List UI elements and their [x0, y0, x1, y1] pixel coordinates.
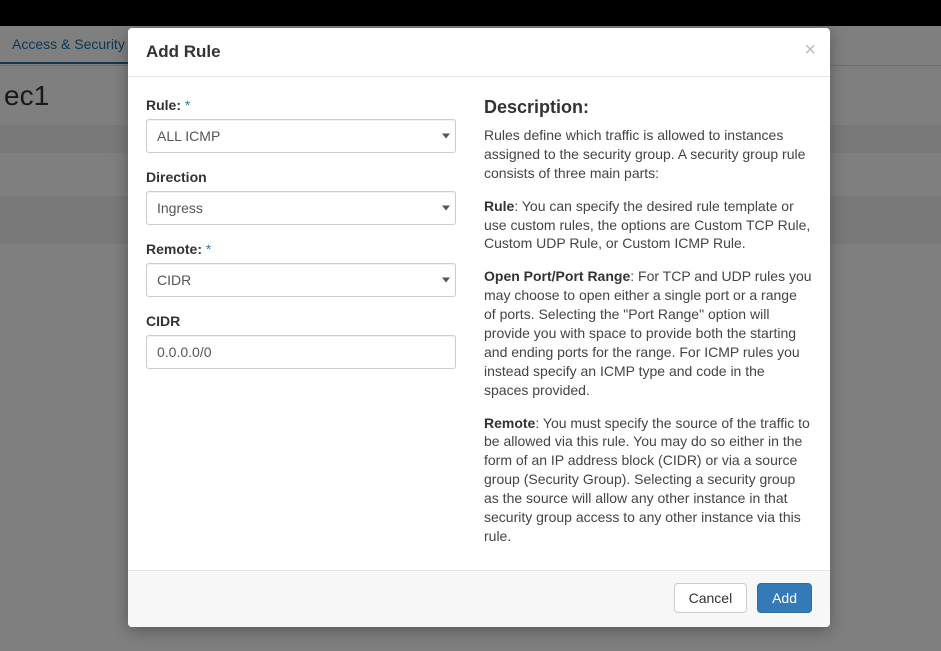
modal-body: Rule: * ALL ICMP Direction Ingress	[128, 77, 830, 570]
desc-port-label: Open Port/Port Range	[484, 268, 630, 284]
modal-header: Add Rule ×	[128, 28, 830, 77]
required-mark: *	[185, 97, 190, 113]
form-column: Rule: * ALL ICMP Direction Ingress	[146, 97, 456, 560]
cidr-label: CIDR	[146, 313, 456, 329]
cidr-input[interactable]	[146, 335, 456, 369]
description-heading: Description:	[484, 97, 812, 118]
description-rule: Rule: You can specify the desired rule t…	[484, 197, 812, 254]
description-intro: Rules define which traffic is allowed to…	[484, 126, 812, 183]
field-rule: Rule: * ALL ICMP	[146, 97, 456, 153]
close-icon[interactable]: ×	[804, 40, 816, 60]
cancel-button[interactable]: Cancel	[674, 583, 748, 613]
remote-select[interactable]: CIDR	[146, 263, 456, 297]
modal-footer: Cancel Add	[128, 570, 830, 627]
field-cidr: CIDR	[146, 313, 456, 369]
description-port: Open Port/Port Range: For TCP and UDP ru…	[484, 267, 812, 399]
desc-rule-label: Rule	[484, 198, 514, 214]
direction-label: Direction	[146, 169, 456, 185]
remote-label: Remote: *	[146, 241, 456, 257]
modal-title: Add Rule	[146, 42, 812, 62]
required-mark: *	[206, 241, 211, 257]
remote-label-text: Remote:	[146, 241, 202, 257]
desc-rule-text: : You can specify the desired rule templ…	[484, 198, 810, 252]
add-button[interactable]: Add	[757, 583, 812, 613]
direction-select[interactable]: Ingress	[146, 191, 456, 225]
add-rule-modal: Add Rule × Rule: * ALL ICMP Direction	[128, 28, 830, 627]
description-column: Description: Rules define which traffic …	[484, 97, 812, 560]
description-remote: Remote: You must specify the source of t…	[484, 414, 812, 546]
desc-remote-text: : You must specify the source of the tra…	[484, 415, 810, 544]
rule-select[interactable]: ALL ICMP	[146, 119, 456, 153]
rule-label-text: Rule:	[146, 97, 181, 113]
field-direction: Direction Ingress	[146, 169, 456, 225]
rule-label: Rule: *	[146, 97, 456, 113]
field-remote: Remote: * CIDR	[146, 241, 456, 297]
desc-remote-label: Remote	[484, 415, 535, 431]
desc-port-text: : For TCP and UDP rules you may choose t…	[484, 268, 812, 397]
